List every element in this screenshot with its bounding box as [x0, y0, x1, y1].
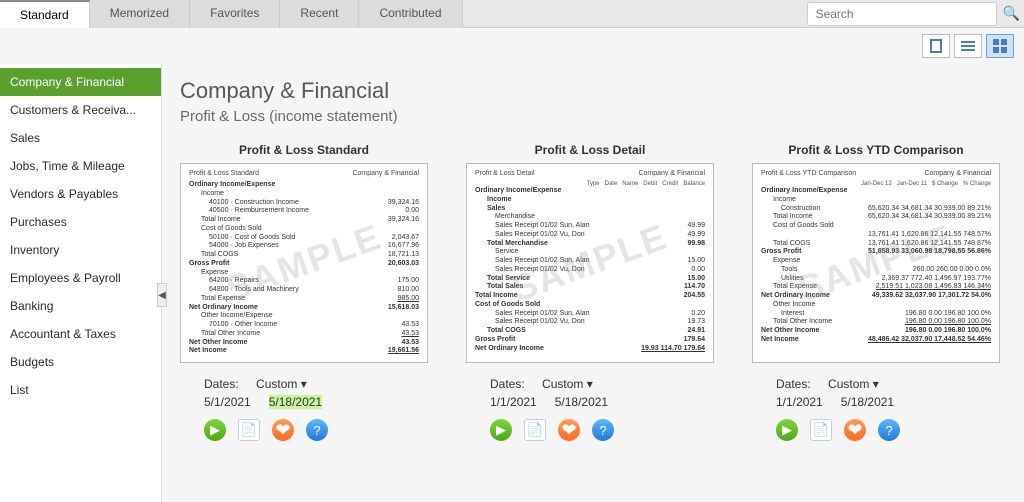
run-report-button[interactable]: ▶ — [776, 419, 798, 441]
tabs: Standard Memorized Favorites Recent Cont… — [0, 0, 807, 28]
report-card-pl-standard: Profit & Loss Standard Profit & Loss Sta… — [180, 143, 428, 441]
date-from[interactable]: 5/1/2021 — [204, 395, 251, 409]
report-card-pl-ytd: Profit & Loss YTD Comparison Profit & Lo… — [752, 143, 1000, 441]
tab-recent[interactable]: Recent — [280, 0, 359, 28]
thumb-body-ytd: Ordinary Income/ExpenseIncomeConstructio… — [761, 187, 991, 345]
report-thumbnail[interactable]: Profit & Loss Standard Company & Financia… — [180, 163, 428, 363]
sidebar-item-inventory[interactable]: Inventory — [0, 236, 161, 264]
view-card-button[interactable] — [922, 34, 950, 58]
tab-contributed[interactable]: Contributed — [359, 0, 462, 28]
dates-label: Dates: — [204, 377, 239, 391]
thumb-header-left: Profit & Loss Detail — [475, 170, 535, 177]
sidebar-item-vendors[interactable]: Vendors & Payables — [0, 180, 161, 208]
card-actions: ▶ 📄 ❤ ? — [180, 419, 428, 441]
search-input[interactable] — [807, 2, 997, 26]
date-to[interactable]: 5/18/2021 — [555, 395, 608, 409]
dates-row: Dates: Custom ▾ — [180, 377, 428, 391]
sidebar-item-budgets[interactable]: Budgets — [0, 348, 161, 376]
thumb-header-left: Profit & Loss Standard — [189, 170, 259, 177]
tab-memorized[interactable]: Memorized — [90, 0, 190, 28]
sidebar-collapse-handle[interactable]: ◀ — [157, 283, 167, 307]
help-button[interactable]: ? — [306, 419, 328, 441]
sidebar-item-employees[interactable]: Employees & Payroll — [0, 264, 161, 292]
card-title: Profit & Loss Detail — [466, 143, 714, 157]
dates-label: Dates: — [776, 377, 811, 391]
dates-label: Dates: — [490, 377, 525, 391]
thumb-header-left: Profit & Loss YTD Comparison — [761, 170, 856, 177]
thumb-body-detail: Ordinary Income/ExpenseIncomeSalesMercha… — [475, 187, 705, 353]
sidebar-item-sales[interactable]: Sales — [0, 124, 161, 152]
top-bar: Standard Memorized Favorites Recent Cont… — [0, 0, 1024, 28]
favorite-button[interactable]: ❤ — [272, 419, 294, 441]
date-values: 1/1/2021 5/18/2021 — [466, 395, 714, 409]
inspect-button[interactable]: 📄 — [810, 419, 832, 441]
card-title: Profit & Loss Standard — [180, 143, 428, 157]
dates-row: Dates: Custom ▾ — [466, 377, 714, 391]
help-button[interactable]: ? — [878, 419, 900, 441]
favorite-button[interactable]: ❤ — [558, 419, 580, 441]
sidebar-item-company-financial[interactable]: Company & Financial — [0, 68, 161, 96]
card-actions: ▶ 📄 ❤ ? — [466, 419, 714, 441]
dates-dropdown[interactable]: Custom ▾ — [542, 377, 593, 391]
content: Company & Financial Profit & Loss (incom… — [162, 64, 1024, 502]
inspect-button[interactable]: 📄 — [238, 419, 260, 441]
date-values: 1/1/2021 5/18/2021 — [752, 395, 1000, 409]
page-title: Company & Financial — [180, 78, 1006, 104]
run-report-button[interactable]: ▶ — [204, 419, 226, 441]
thumb-header-right: Company & Financial — [924, 170, 991, 177]
sidebar-item-purchases[interactable]: Purchases — [0, 208, 161, 236]
page-subtitle: Profit & Loss (income statement) — [180, 108, 1006, 125]
view-list-button[interactable] — [954, 34, 982, 58]
sidebar: Company & Financial Customers & Receiva.… — [0, 64, 162, 502]
run-report-button[interactable]: ▶ — [490, 419, 512, 441]
thumb-header-right: Company & Financial — [638, 170, 705, 177]
report-thumbnail[interactable]: Profit & Loss YTD Comparison Company & Fi… — [752, 163, 1000, 363]
tab-standard[interactable]: Standard — [0, 0, 90, 28]
search-icon[interactable]: 🔍 — [1003, 5, 1020, 22]
date-values: 5/1/2021 5/18/2021 — [180, 395, 428, 409]
dates-dropdown[interactable]: Custom ▾ — [256, 377, 307, 391]
card-actions: ▶ 📄 ❤ ? — [752, 419, 1000, 441]
card-title: Profit & Loss YTD Comparison — [752, 143, 1000, 157]
date-from[interactable]: 1/1/2021 — [776, 395, 823, 409]
thumb-header-right: Company & Financial — [352, 170, 419, 177]
report-thumbnail[interactable]: Profit & Loss DetailCompany & Financial … — [466, 163, 714, 363]
sidebar-item-customers[interactable]: Customers & Receiva... — [0, 96, 161, 124]
dates-row: Dates: Custom ▾ — [752, 377, 1000, 391]
sidebar-item-accountant[interactable]: Accountant & Taxes — [0, 320, 161, 348]
view-grid-button[interactable] — [986, 34, 1014, 58]
cards: Profit & Loss Standard Profit & Loss Sta… — [180, 143, 1006, 441]
favorite-button[interactable]: ❤ — [844, 419, 866, 441]
sidebar-item-list[interactable]: List — [0, 376, 161, 404]
report-card-pl-detail: Profit & Loss Detail Profit & Loss Detai… — [466, 143, 714, 441]
thumb-body-standard: Ordinary Income/ExpenseIncome40100 · Con… — [189, 181, 419, 356]
view-bar — [0, 28, 1024, 64]
sidebar-item-banking[interactable]: Banking — [0, 292, 161, 320]
dates-dropdown[interactable]: Custom ▾ — [828, 377, 879, 391]
inspect-button[interactable]: 📄 — [524, 419, 546, 441]
date-from[interactable]: 1/1/2021 — [490, 395, 537, 409]
sidebar-item-jobs[interactable]: Jobs, Time & Mileage — [0, 152, 161, 180]
date-to[interactable]: 5/18/2021 — [269, 395, 322, 409]
help-button[interactable]: ? — [592, 419, 614, 441]
tab-favorites[interactable]: Favorites — [190, 0, 280, 28]
date-to[interactable]: 5/18/2021 — [841, 395, 894, 409]
